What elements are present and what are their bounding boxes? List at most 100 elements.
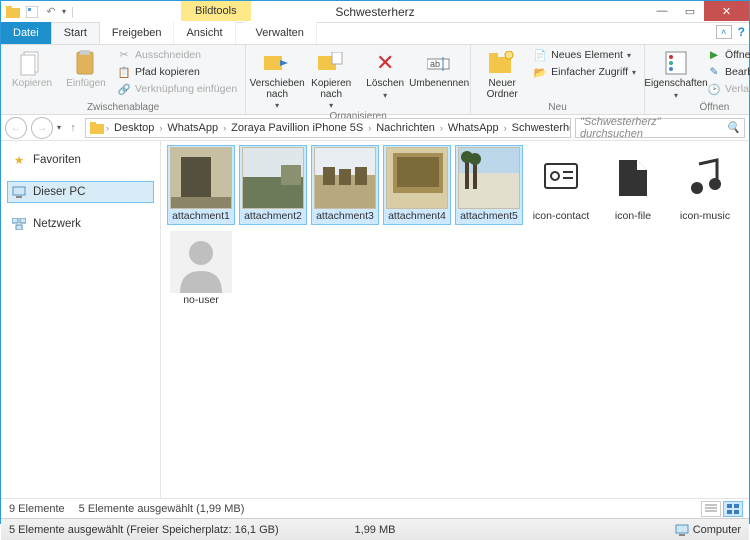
file-label: attachment3 [316,211,374,223]
edit-icon: ✎ [707,65,721,79]
minimize-button[interactable]: — [648,1,676,21]
file-item-attachment2[interactable]: attachment2 [239,145,307,225]
scissors-icon: ✂ [117,48,131,62]
copy-path-button[interactable]: 📋Pfad kopieren [115,64,239,80]
crumb-whatsapp2[interactable]: WhatsApp [445,122,502,134]
contact-icon [530,147,592,209]
quick-access-toolbar: ↶ ▾ | [1,4,76,20]
pc-icon [11,184,27,200]
no-user-icon [170,231,232,293]
crumb-nachrichten[interactable]: Nachrichten [373,122,438,134]
file-tab[interactable]: Datei [1,22,51,44]
file-item-icon-file[interactable]: icon-file [599,145,667,225]
selection-summary: 5 Elemente ausgewählt (1,99 MB) [79,503,245,515]
file-item-attachment4[interactable]: attachment4 [383,145,451,225]
file-label: attachment2 [244,211,302,223]
file-label: icon-contact [533,211,590,223]
easy-access-button[interactable]: 📂Einfacher Zugriff ▾ [531,64,638,80]
ribbon-collapse-icon[interactable]: ˄ [716,25,732,39]
history-dropdown-icon[interactable]: ▾ [57,123,61,132]
nav-netzwerk[interactable]: Netzwerk [7,213,154,235]
new-item-icon: 📄 [533,48,547,62]
link-icon: 🔗 [117,82,131,96]
properties-button[interactable]: Eigenschaften▾ [651,47,701,100]
nav-favoriten[interactable]: ★Favoriten [7,149,154,171]
crumb-whatsapp[interactable]: WhatsApp [164,122,221,134]
view-icons-button[interactable] [723,501,743,517]
image-thumbnail [458,147,520,209]
file-item-no-user[interactable]: no-user [167,229,235,309]
easy-access-icon: 📂 [533,65,547,79]
nav-dieser-pc[interactable]: Dieser PC [7,181,154,203]
file-label: icon-file [615,211,651,223]
folder-icon [90,121,104,135]
file-list[interactable]: attachment1 attachment2 attachment3 attachm… [161,141,749,498]
window-title: Schwesterherz [335,5,414,19]
file-item-attachment5[interactable]: attachment5 [455,145,523,225]
tab-freigeben[interactable]: Freigeben [100,22,175,44]
context-tab-bildtools[interactable]: Bildtools [181,1,251,21]
file-item-icon-music[interactable]: icon-music [671,145,739,225]
group-oeffnen: Eigenschaften▾ ▶Öffnen ▾ ✎Bearbeiten 🕑Ve… [645,45,750,114]
delete-button[interactable]: ✕Löschen▾ [360,47,410,100]
crumb-schwesterherz[interactable]: Schwesterherz [509,122,571,134]
status-bar-2: 5 Elemente ausgewählt (Freier Speicherpl… [1,518,749,540]
file-label: attachment5 [460,211,518,223]
tab-verwalten[interactable]: Verwalten [244,22,317,44]
search-input[interactable]: "Schwesterherz" durchsuchen🔍 [575,118,745,138]
tab-ansicht[interactable]: Ansicht [174,22,235,44]
status-text: 5 Elemente ausgewählt (Freier Speicherpl… [9,524,279,536]
paste-link-button[interactable]: 🔗Verknüpfung einfügen [115,81,239,97]
selection-size: 1,99 MB [355,524,396,536]
maximize-button[interactable]: ▭ [676,1,704,21]
file-label: attachment4 [388,211,446,223]
move-to-button[interactable]: Verschieben nach▾ [252,47,302,110]
back-button[interactable]: ← [5,117,27,139]
file-icon [602,147,664,209]
group-neu: Neuer Ordner 📄Neues Element ▾ 📂Einfacher… [471,45,645,114]
open-icon: ▶ [707,48,721,62]
ribbon: Kopieren Einfügen ✂Ausschneiden 📋Pfad ko… [1,45,749,115]
pc-icon [675,523,689,537]
help-icon[interactable]: ? [738,25,745,39]
edit-button[interactable]: ✎Bearbeiten [705,64,750,80]
new-item-button[interactable]: 📄Neues Element ▾ [531,47,638,63]
folder-icon [5,4,21,20]
network-icon [11,216,27,232]
new-folder-button[interactable]: Neuer Ordner [477,47,527,100]
breadcrumb[interactable]: ›Desktop ›WhatsApp ›Zoraya Pavillion iPh… [85,118,571,138]
copy-button[interactable]: Kopieren [7,47,57,90]
file-label: attachment1 [172,211,230,223]
crumb-iphone[interactable]: Zoraya Pavillion iPhone 5S [228,122,366,134]
music-icon [674,147,736,209]
close-button[interactable]: ✕ [704,1,749,21]
copy-to-button[interactable]: Kopieren nach▾ [306,47,356,110]
view-details-button[interactable] [701,501,721,517]
file-label: icon-music [680,211,730,223]
file-item-attachment1[interactable]: attachment1 [167,145,235,225]
tab-start[interactable]: Start [51,22,100,44]
image-thumbnail [314,147,376,209]
file-label: no-user [183,295,219,307]
file-item-icon-contact[interactable]: icon-contact [527,145,595,225]
up-button[interactable]: ↑ [65,117,81,139]
status-computer: Computer [675,523,741,537]
undo-icon[interactable]: ↶ [43,4,59,20]
image-thumbnail [386,147,448,209]
rename-button[interactable]: abUmbenennen [414,47,464,90]
qat-dropdown-icon[interactable]: ▾ [62,7,66,16]
file-item-attachment3[interactable]: attachment3 [311,145,379,225]
navigation-pane: ★Favoriten Dieser PC Netzwerk [1,141,161,498]
history-button[interactable]: 🕑Verlauf [705,81,750,97]
address-bar: ← → ▾ ↑ ›Desktop ›WhatsApp ›Zoraya Pavil… [1,115,749,141]
image-thumbnail [242,147,304,209]
image-thumbnail [170,147,232,209]
cut-button[interactable]: ✂Ausschneiden [115,47,239,63]
crumb-desktop[interactable]: Desktop [111,122,157,134]
paste-button[interactable]: Einfügen [61,47,111,90]
open-button[interactable]: ▶Öffnen ▾ [705,47,750,63]
group-organisieren: Verschieben nach▾ Kopieren nach▾ ✕Lösche… [246,45,471,114]
properties-icon[interactable] [24,4,40,20]
forward-button[interactable]: → [31,117,53,139]
star-icon: ★ [11,152,27,168]
